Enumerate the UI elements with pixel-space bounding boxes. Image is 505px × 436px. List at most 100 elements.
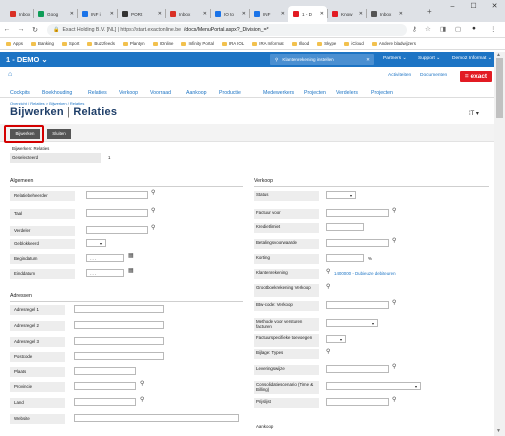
menu-item[interactable]: Verdelers xyxy=(336,90,358,96)
bookmark-item[interactable]: Plantyn xyxy=(122,41,145,46)
tab-close-icon[interactable]: ✕ xyxy=(70,11,77,17)
lookup-icon[interactable]: ⚲ xyxy=(392,396,396,403)
menu-item[interactable]: Relaties xyxy=(88,90,107,96)
reload-icon[interactable]: ↻ xyxy=(28,26,42,34)
browser-menu-icon[interactable]: ⋮ xyxy=(490,25,497,33)
close-window-icon[interactable]: ✕ xyxy=(484,0,505,14)
text-input[interactable] xyxy=(326,365,389,373)
bookmark-item[interactable]: Sport xyxy=(61,41,79,46)
lookup-icon[interactable]: ⚲ xyxy=(392,237,396,244)
select-input[interactable]: ▾ xyxy=(326,382,421,390)
lookup-icon[interactable]: ⚲ xyxy=(140,396,144,403)
lookup-icon[interactable]: ⚲ xyxy=(392,299,396,306)
sluiten-button[interactable]: Sluiten xyxy=(47,129,71,139)
lookup-icon[interactable]: ⚲ xyxy=(392,207,396,214)
minimize-icon[interactable]: – xyxy=(442,0,463,14)
bookmark-item[interactable]: IRA Informat xyxy=(252,41,284,46)
tab-close-icon[interactable]: ✕ xyxy=(281,11,288,17)
bookmark-star-icon[interactable]: ☆ xyxy=(425,25,431,33)
menu-item[interactable]: Medewerkers xyxy=(263,90,294,96)
menu-item[interactable]: Boekhouding xyxy=(42,90,72,96)
text-input[interactable] xyxy=(74,352,164,360)
home-icon[interactable]: ⌂ xyxy=(8,71,12,78)
page-options-icon[interactable]: ⁞T ▾ xyxy=(469,110,479,117)
browser-tab[interactable]: PORt ✕ xyxy=(117,6,165,22)
company-selector[interactable]: 1 - DEMO ⌄ xyxy=(6,55,48,64)
menu-item[interactable]: Cockpits xyxy=(10,90,30,96)
klantenrekening-link[interactable]: 1400000 - Dubieuze debiteuren xyxy=(334,271,396,276)
support-link[interactable]: Support ⌄ xyxy=(418,56,440,61)
lookup-icon[interactable]: ⚲ xyxy=(140,380,144,387)
browser-tab[interactable]: Know ✕ xyxy=(327,6,366,22)
key-icon[interactable]: ⚷ xyxy=(412,25,417,33)
lookup-icon[interactable]: ⚲ xyxy=(151,189,155,196)
forward-icon[interactable]: → xyxy=(14,26,28,33)
bookmark-item[interactable]: Andere bladwijzers xyxy=(371,41,416,46)
text-input[interactable] xyxy=(74,367,136,375)
documenten-link[interactable]: Documenten xyxy=(420,73,447,78)
bookmark-item[interactable]: IRA IOL xyxy=(221,41,244,46)
bookmark-item[interactable]: iCloud xyxy=(344,41,364,46)
lookup-icon[interactable]: ⚲ xyxy=(151,224,155,231)
bookmark-item[interactable]: Apps xyxy=(6,41,23,46)
back-icon[interactable]: ← xyxy=(0,26,14,33)
text-input[interactable] xyxy=(74,305,164,313)
menu-item[interactable]: Voorraad xyxy=(150,90,171,96)
browser-tab[interactable]: Inbox✕ xyxy=(165,6,210,22)
menu-item[interactable]: Verkoop xyxy=(119,90,138,96)
date-input[interactable]: - - - xyxy=(86,269,124,277)
extension-icon-2[interactable]: ▢ xyxy=(455,25,461,33)
browser-tab[interactable]: 1 - D ✕ xyxy=(288,6,327,22)
menu-item[interactable]: Projecten xyxy=(371,90,393,96)
text-input[interactable] xyxy=(326,301,389,309)
browser-tab[interactable]: INF i ✕ xyxy=(77,6,117,22)
text-input[interactable] xyxy=(74,337,164,345)
global-search[interactable]: ⚲ Klantenrekening instellen ✕ xyxy=(270,54,374,65)
select-input[interactable]: ▾ xyxy=(86,239,106,247)
maximize-icon[interactable]: ☐ xyxy=(463,0,484,14)
lookup-icon[interactable]: ⚲ xyxy=(326,268,330,275)
tab-close-icon[interactable]: ✕ xyxy=(158,11,165,17)
calendar-icon[interactable]: ▦ xyxy=(128,252,134,259)
user-menu[interactable]: Demo2 Informat ⌄ xyxy=(452,56,492,61)
vertical-scrollbar[interactable]: ▲ ▼ xyxy=(494,52,505,436)
bookmark-item[interactable]: Skype xyxy=(317,41,336,46)
profile-icon[interactable]: ● xyxy=(472,25,476,32)
partners-link[interactable]: Partners ⌄ xyxy=(383,56,407,61)
text-input[interactable] xyxy=(74,414,239,422)
lookup-icon[interactable]: ⚲ xyxy=(151,207,155,214)
tab-close-icon[interactable]: ✕ xyxy=(359,11,366,17)
text-input[interactable] xyxy=(86,209,148,217)
number-input[interactable] xyxy=(326,254,364,262)
lookup-icon[interactable]: ⚲ xyxy=(326,348,330,355)
text-input[interactable] xyxy=(74,321,164,329)
extension-icon[interactable]: ◨ xyxy=(440,25,446,33)
menu-item[interactable]: Aankoop xyxy=(186,90,206,96)
browser-tab[interactable]: Inbox✕ xyxy=(366,6,406,22)
date-input[interactable]: - - - xyxy=(86,254,124,262)
tab-close-icon[interactable]: ✕ xyxy=(242,11,249,17)
lookup-icon[interactable]: ⚲ xyxy=(326,283,330,290)
menu-item[interactable]: Projecten xyxy=(304,90,326,96)
clear-search-icon[interactable]: ✕ xyxy=(366,57,370,63)
text-input[interactable] xyxy=(326,239,389,247)
text-input[interactable] xyxy=(86,191,148,199)
browser-tab[interactable]: Goog ✕ xyxy=(33,6,77,22)
text-input[interactable] xyxy=(74,382,136,390)
text-input[interactable] xyxy=(326,398,389,406)
text-input[interactable] xyxy=(74,398,136,406)
tab-close-icon[interactable]: ✕ xyxy=(203,11,210,17)
text-input[interactable] xyxy=(326,223,364,231)
activiteiten-link[interactable]: Activiteiten xyxy=(388,73,411,78)
select-input[interactable]: ▾ xyxy=(326,191,356,199)
new-tab-icon[interactable]: + xyxy=(427,7,432,16)
calendar-icon[interactable]: ▦ xyxy=(128,267,134,274)
bookmark-item[interactable]: Banking xyxy=(31,41,54,46)
browser-tab[interactable]: IO to ✕ xyxy=(210,6,249,22)
bookmark-item[interactable]: IOnline xyxy=(152,41,173,46)
text-input[interactable] xyxy=(86,226,148,234)
menu-item[interactable]: Productie xyxy=(219,90,241,96)
tab-close-icon[interactable]: ✕ xyxy=(320,11,327,17)
bookmark-item[interactable]: Illood xyxy=(291,41,309,46)
browser-tab[interactable]: Inbox✕ xyxy=(5,6,33,22)
